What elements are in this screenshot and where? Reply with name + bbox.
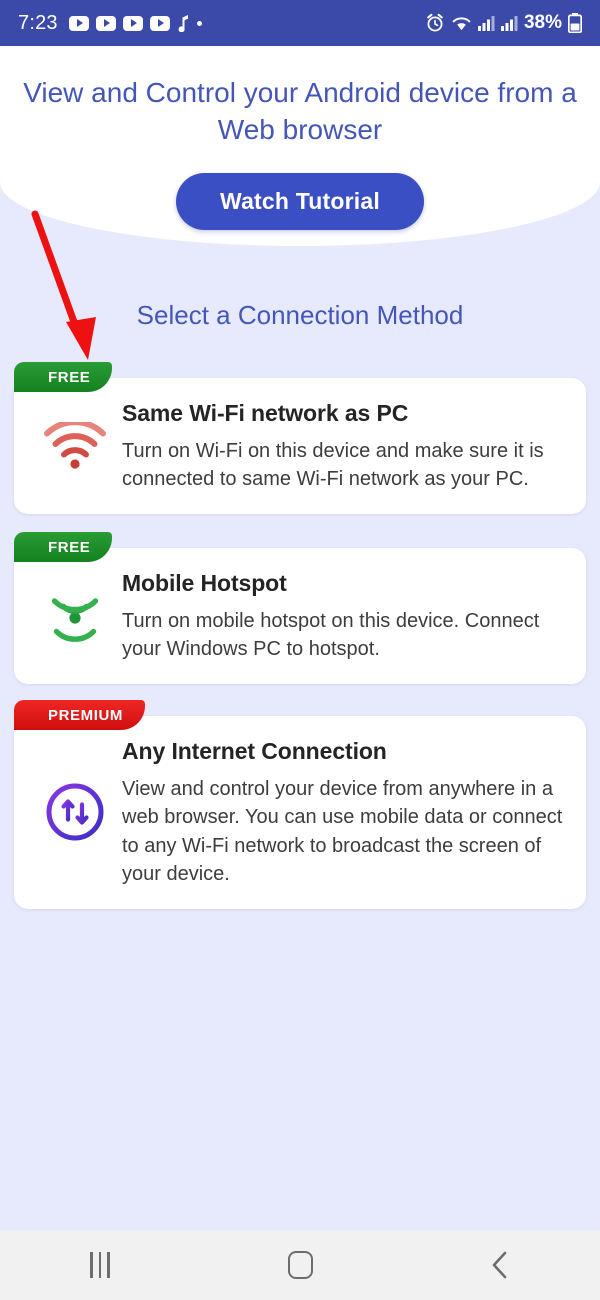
wifi-icon [452, 16, 471, 30]
page-title: View and Control your Android device fro… [23, 77, 577, 146]
phone-screen: 7:23 38% View and Control your Android d… [0, 0, 600, 1300]
status-badge: FREE [14, 532, 113, 562]
battery-percentage: 38% [523, 12, 562, 33]
card-title: Mobile Hotspot [122, 570, 287, 596]
card-surface[interactable]: Same Wi-Fi network as PC Turn on Wi-Fi o… [14, 378, 586, 514]
status-badge: FREE [14, 362, 113, 392]
youtube-icon [68, 15, 89, 31]
connection-method-card[interactable]: FREE Mobile Hotspot Turn on mobile hotsp… [14, 532, 586, 684]
card-surface[interactable]: Mobile Hotspot Turn on mobile hotspot on… [14, 548, 586, 684]
android-navigation-bar [0, 1230, 600, 1300]
card-description: Turn on Wi-Fi on this device and make su… [122, 440, 544, 491]
status-bar-left: 7:23 [18, 12, 202, 35]
wifi-icon [44, 421, 106, 469]
card-description: View and control your device from anywhe… [122, 778, 563, 886]
card-icon-container [28, 736, 122, 889]
header-panel: View and Control your Android device fro… [0, 46, 600, 246]
connection-method-card[interactable]: FREE Same Wi-Fi network as PC Turn on Wi… [14, 362, 586, 514]
back-chevron-icon [492, 1251, 507, 1279]
card-title: Same Wi-Fi network as PC [122, 400, 409, 426]
card-surface[interactable]: Any Internet Connection View and control… [14, 716, 586, 909]
recents-icon [90, 1252, 110, 1278]
card-title: Any Internet Connection [122, 738, 387, 764]
youtube-icon [149, 15, 170, 31]
signal-icon [477, 16, 495, 31]
card-body: Same Wi-Fi network as PC Turn on Wi-Fi o… [122, 398, 568, 494]
card-icon-container [28, 398, 122, 494]
status-bar: 7:23 38% [0, 0, 600, 46]
music-note-icon [178, 14, 188, 32]
status-bar-clock: 7:23 [18, 11, 58, 34]
watch-tutorial-button[interactable]: Watch Tutorial [176, 173, 424, 230]
section-title: Select a Connection Method [136, 300, 464, 330]
alarm-icon [427, 13, 443, 32]
hotspot-icon [51, 598, 99, 642]
home-icon [287, 1251, 313, 1279]
card-body: Any Internet Connection View and control… [122, 736, 568, 889]
card-icon-container [28, 568, 122, 664]
data-transfer-icon [46, 783, 104, 841]
status-badge: PREMIUM [14, 700, 146, 730]
connection-method-card[interactable]: PREMIUM Any Internet Connection View and… [14, 700, 586, 909]
home-button[interactable] [200, 1251, 400, 1279]
youtube-icon [95, 15, 116, 31]
battery-icon [568, 13, 582, 33]
dot-icon [196, 20, 202, 26]
back-button[interactable] [400, 1250, 600, 1280]
card-body: Mobile Hotspot Turn on mobile hotspot on… [122, 568, 568, 664]
signal-icon [500, 16, 518, 31]
recents-button[interactable] [0, 1252, 200, 1278]
youtube-icon [122, 15, 143, 31]
status-bar-right: 38% [425, 12, 582, 34]
card-description: Turn on mobile hotspot on this device. C… [122, 610, 540, 661]
